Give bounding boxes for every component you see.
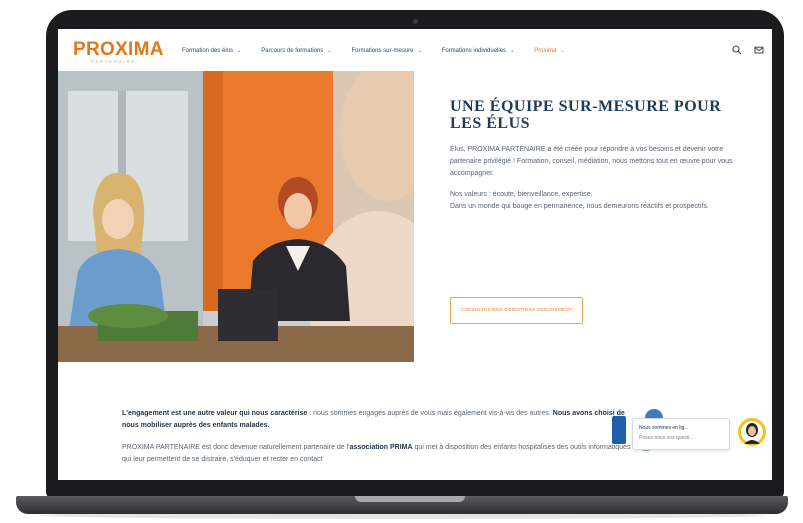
association-prima-link[interactable]: association PRIMA — [350, 444, 413, 451]
hero-title: UNE ÉQUIPE SUR-MESURE POUR LES ÉLUS — [450, 98, 722, 132]
avatar-icon — [738, 418, 766, 446]
chevron-down-icon: ⌄ — [327, 48, 332, 54]
menu-item-label: Parcours de formations — [261, 48, 324, 54]
chevron-down-icon: ⌄ — [560, 48, 565, 54]
mail-icon[interactable] — [754, 45, 764, 55]
menu-item-label: Formation des élus — [182, 48, 234, 54]
chevron-down-icon: ⌄ — [417, 48, 422, 54]
chevron-down-icon: ⌄ — [237, 48, 242, 54]
laptop-screen: PROXIMA PARTENAIRE Formation des élus ⌄ P… — [58, 29, 772, 480]
main-menu: Formation des élus ⌄ Parcours de formatio… — [182, 48, 584, 54]
chat-agent-avatar[interactable] — [738, 418, 766, 446]
menu-item-proxima[interactable]: Proxima ⌄ — [534, 48, 564, 54]
menu-item-label: Proxima — [534, 48, 557, 54]
menu-item-label: Formations individuelles — [441, 48, 507, 54]
chevron-down-icon: ⌄ — [510, 48, 515, 54]
hero-intro-paragraph: Élus, PROXIMA PARTENAIRE a été créée pou… — [450, 146, 733, 177]
partnership-paragraph: PROXIMA PARTENAIRE est donc devenue natu… — [122, 442, 637, 466]
office-team-photo — [58, 71, 414, 362]
chat-bubble[interactable]: Nous sommes en lig... Posez-nous vos que… — [632, 418, 730, 450]
top-navigation: PROXIMA PARTENAIRE Formation des élus ⌄ P… — [58, 29, 772, 71]
hero-values-paragraph: Nos valeurs : écoute, bienveillance, exp… — [450, 189, 750, 213]
partnership-text-start: PROXIMA PARTENAIRE est donc devenue natu… — [122, 444, 350, 451]
laptop-notch — [355, 496, 465, 502]
values-line: Nos valeurs : écoute, bienveillance, exp… — [450, 191, 593, 198]
cta-label: CONSULTEZ NOS CONDITIONS ENGAGEMENT — [460, 307, 573, 312]
menu-item-label: Formations sur-mesure — [351, 48, 414, 54]
engagement-paragraph: L'engagement est une autre valeur qui no… — [122, 408, 637, 432]
chat-prompt-text: Posez-nous vos questi... — [639, 435, 694, 441]
webcam — [413, 19, 418, 24]
hero-photo — [58, 71, 414, 362]
menu-item-formations-sur-mesure[interactable]: Formations sur-mesure ⌄ — [351, 48, 421, 54]
proxima-logo[interactable]: PROXIMA — [73, 39, 164, 61]
mission-line: Dans un monde qui bouge en permanence, n… — [450, 203, 709, 210]
logo-text: PROXIMA — [73, 39, 164, 60]
nav-icons — [732, 45, 764, 55]
menu-item-parcours-de-formations[interactable]: Parcours de formations ⌄ — [261, 48, 331, 54]
lower-text-block: L'engagement est une autre valeur qui no… — [122, 408, 637, 476]
logo-subtitle: PARTENAIRE — [91, 59, 137, 64]
menu-item-formations-individuelles[interactable]: Formations individuelles ⌄ — [442, 48, 515, 54]
menu-item-formation-des-elus[interactable]: Formation des élus ⌄ — [182, 48, 241, 54]
engagement-text: : nous sommes engagés auprès de vous mai… — [307, 410, 553, 417]
hero-text-block: UNE ÉQUIPE SUR-MESURE POUR LES ÉLUS Élus… — [450, 98, 750, 222]
engagement-heading: L'engagement est une autre valeur qui no… — [122, 410, 308, 417]
chat-status-text: Nous sommes en lig... — [639, 425, 689, 431]
search-icon[interactable] — [732, 45, 742, 55]
cta-button[interactable]: CONSULTEZ NOS CONDITIONS ENGAGEMENT — [450, 297, 583, 324]
